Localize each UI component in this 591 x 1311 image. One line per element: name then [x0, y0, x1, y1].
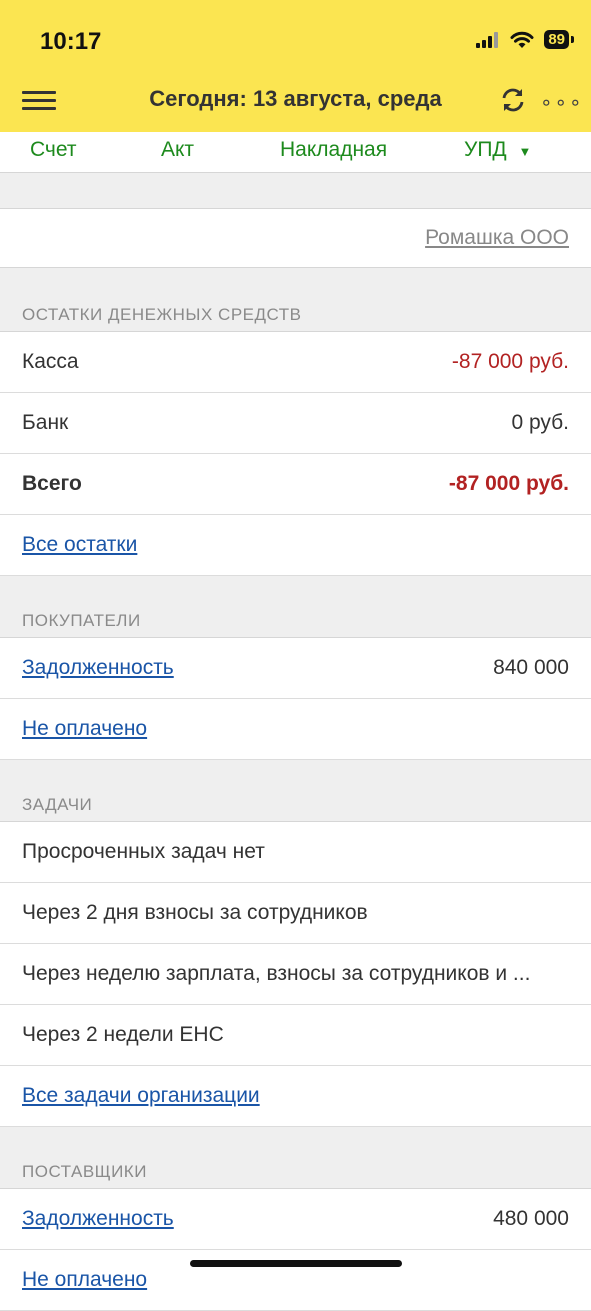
task-item[interactable]: Через 2 дня взносы за сотрудников	[0, 883, 591, 944]
task-text: Через 2 дня взносы за сотрудников	[22, 901, 368, 924]
buyers-debt-value: 840 000	[493, 656, 569, 679]
buyers-debt-row: Задолженность 840 000	[0, 638, 591, 699]
section-suppliers-heading: ПОСТАВЩИКИ	[0, 1127, 591, 1189]
section-title: ПОКУПАТЕЛИ	[22, 611, 141, 630]
status-bar: 10:17 89	[0, 0, 591, 78]
section-title: ЗАДАЧИ	[22, 795, 93, 814]
act-link[interactable]: Акт	[161, 138, 194, 162]
row-label: Касса	[22, 350, 79, 373]
suppliers-unpaid-link[interactable]: Не оплачено	[22, 1268, 147, 1292]
cash-row-bank: Банк 0 руб.	[0, 393, 591, 454]
buyers-unpaid-link[interactable]: Не оплачено	[22, 717, 147, 741]
refresh-icon[interactable]	[497, 84, 529, 116]
section-title: ПОСТАВЩИКИ	[22, 1162, 147, 1181]
suppliers-debt-row: Задолженность 480 000	[0, 1189, 591, 1250]
section-buyers-heading: ПОКУПАТЕЛИ	[0, 576, 591, 638]
suppliers-debt-value: 480 000	[493, 1207, 569, 1230]
task-text: Через 2 недели ЕНС	[22, 1023, 224, 1046]
more-options-icon[interactable]: ∘∘∘	[540, 90, 584, 115]
section-title: ОСТАТКИ ДЕНЕЖНЫХ СРЕДСТВ	[22, 305, 302, 324]
suppliers-debt-link[interactable]: Задолженность	[22, 1207, 174, 1231]
upd-label: УПД	[464, 138, 507, 161]
signal-icon	[476, 31, 499, 48]
row-value: 0 руб.	[511, 411, 569, 434]
home-indicator[interactable]	[190, 1260, 402, 1267]
waybill-link[interactable]: Накладная	[280, 138, 387, 162]
task-text: Через неделю зарплата, взносы за сотрудн…	[22, 962, 531, 985]
status-icons: 89	[476, 30, 574, 49]
row-label: Банк	[22, 411, 69, 434]
buyers-debt-link[interactable]: Задолженность	[22, 656, 174, 680]
row-label: Всего	[22, 472, 82, 495]
organization-selector[interactable]: Ромашка ООО	[425, 226, 569, 250]
task-text: Просроченных задач нет	[22, 840, 265, 863]
chevron-down-icon: ▼	[518, 144, 532, 159]
cash-all-row: Все остатки	[0, 515, 591, 576]
spacer	[0, 173, 591, 209]
tasks-all-row: Все задачи организации	[0, 1066, 591, 1127]
buyers-unpaid-row: Не оплачено	[0, 699, 591, 760]
row-value: -87 000 руб.	[448, 472, 569, 495]
battery-indicator: 89	[544, 30, 574, 49]
wifi-icon	[510, 31, 534, 48]
invoice-link[interactable]: Счет	[30, 138, 76, 162]
task-item[interactable]: Просроченных задач нет	[0, 822, 591, 883]
task-item[interactable]: Через неделю зарплата, взносы за сотрудн…	[0, 944, 591, 1005]
cash-row-total: Всего -87 000 руб.	[0, 454, 591, 515]
document-toolbar: Счет Акт Накладная УПД ▼	[0, 132, 591, 173]
organization-row: Ромашка ООО	[0, 209, 591, 268]
upd-dropdown[interactable]: УПД ▼	[464, 138, 531, 162]
section-cash-heading: ОСТАТКИ ДЕНЕЖНЫХ СРЕДСТВ	[0, 268, 591, 332]
app-header: Сегодня: 13 августа, среда ∘∘∘	[0, 78, 591, 132]
all-balances-link[interactable]: Все остатки	[22, 533, 137, 557]
row-value: -87 000 руб.	[451, 350, 569, 373]
task-item[interactable]: Через 2 недели ЕНС	[0, 1005, 591, 1066]
all-tasks-link[interactable]: Все задачи организации	[22, 1084, 260, 1108]
status-time: 10:17	[40, 28, 102, 55]
section-tasks-heading: ЗАДАЧИ	[0, 760, 591, 822]
cash-row-kassa: Касса -87 000 руб.	[0, 332, 591, 393]
